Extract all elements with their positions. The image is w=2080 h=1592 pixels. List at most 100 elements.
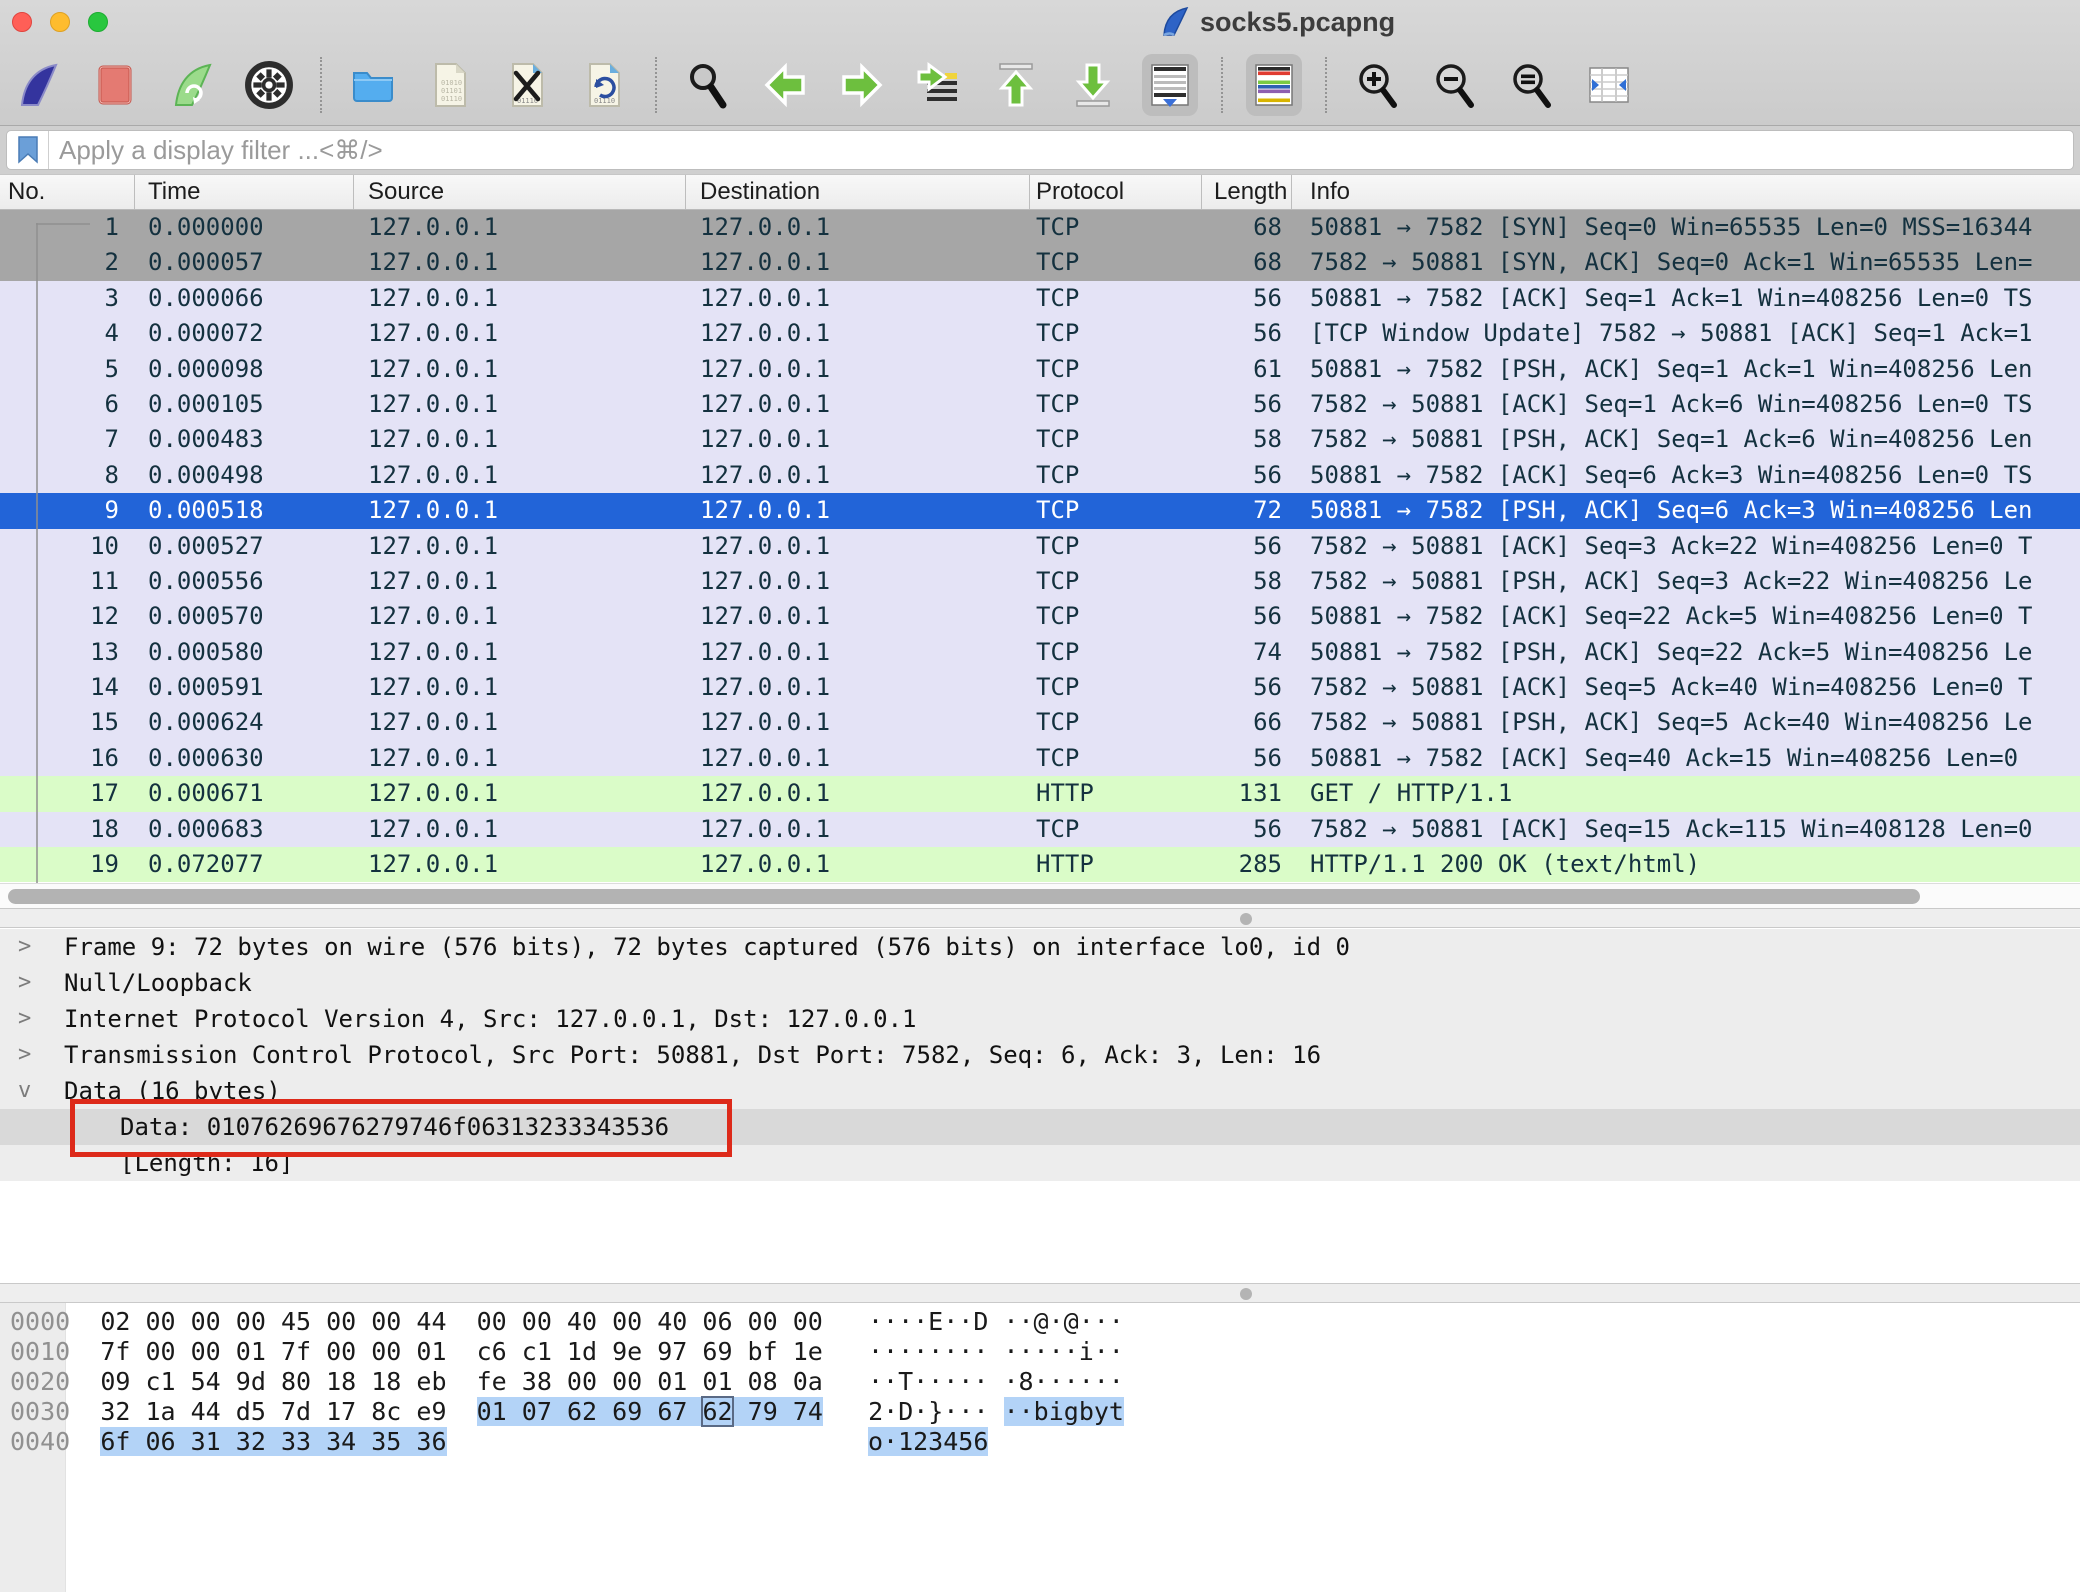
packet-row-7[interactable]: 70.000483127.0.0.1127.0.0.1TCP587582 → 5… [0,422,2080,457]
hex-row-0040[interactable]: 0040 6f 06 31 32 33 34 35 36 o·123456 [0,1427,2080,1457]
go-to-bottom-button[interactable] [1065,54,1121,116]
go-forward-button[interactable] [834,54,890,116]
packet-cell-len: 72 [1202,493,1292,528]
packet-row-13[interactable]: 130.000580127.0.0.1127.0.0.1TCP7450881 →… [0,635,2080,670]
packet-cell-no: 10 [0,529,135,564]
go-to-top-button[interactable] [988,54,1044,116]
reload-file-button[interactable]: 01110 [576,54,632,116]
packet-cell-dst: 127.0.0.1 [686,812,1030,847]
packet-cell-len: 68 [1202,245,1292,280]
packet-cell-no: 13 [0,635,135,670]
display-filter-input[interactable] [49,135,2073,166]
packet-row-4[interactable]: 40.000072127.0.0.1127.0.0.1TCP56[TCP Win… [0,316,2080,351]
column-header-length[interactable]: Length [1202,175,1292,209]
horizontal-scrollbar-thumb[interactable] [8,889,1920,904]
packet-row-17[interactable]: 170.000671127.0.0.1127.0.0.1HTTP131GET /… [0,776,2080,811]
zoom-window-button[interactable] [88,12,108,32]
packet-row-8[interactable]: 80.000498127.0.0.1127.0.0.1TCP5650881 → … [0,458,2080,493]
save-file-button[interactable]: 010100110101110 [422,54,478,116]
packet-row-19[interactable]: 190.072077127.0.0.1127.0.0.1HTTP285HTTP/… [0,847,2080,882]
hex-row-0000[interactable]: 0000 02 00 00 00 45 00 00 44 00 00 40 00… [0,1307,2080,1337]
packet-cell-src: 127.0.0.1 [354,670,686,705]
packet-cell-dst: 127.0.0.1 [686,599,1030,634]
packet-cell-no: 1 [0,210,135,245]
packet-cell-info: 50881 → 7582 [ACK] Seq=22 Ack=5 Win=4082… [1292,599,2080,634]
close-file-button[interactable]: 01110 [499,54,555,116]
minimize-window-button[interactable] [50,12,70,32]
detail-row-3[interactable]: >Transmission Control Protocol, Src Port… [0,1037,2080,1073]
hex-row-0010[interactable]: 0010 7f 00 00 01 7f 00 00 01 c6 c1 1d 9e… [0,1337,2080,1367]
packet-cell-len: 56 [1202,812,1292,847]
find-packet-button[interactable] [680,54,736,116]
packet-row-11[interactable]: 110.000556127.0.0.1127.0.0.1TCP587582 → … [0,564,2080,599]
packet-row-16[interactable]: 160.000630127.0.0.1127.0.0.1TCP5650881 →… [0,741,2080,776]
packet-cell-proto: TCP [1030,245,1202,280]
collapsed-chevron-icon[interactable]: > [18,965,48,1001]
packet-row-6[interactable]: 60.000105127.0.0.1127.0.0.1TCP567582 → 5… [0,387,2080,422]
packet-cell-src: 127.0.0.1 [354,458,686,493]
packet-list-hscrollbar-track[interactable] [0,883,2080,908]
packet-row-12[interactable]: 120.000570127.0.0.1127.0.0.1TCP5650881 →… [0,599,2080,634]
go-back-button[interactable] [757,54,813,116]
capture-restart-button[interactable] [164,54,220,116]
packet-row-5[interactable]: 50.000098127.0.0.1127.0.0.1TCP6150881 → … [0,352,2080,387]
packet-row-9[interactable]: 90.000518127.0.0.1127.0.0.1TCP7250881 → … [0,493,2080,528]
packet-cell-time: 0.000072 [135,316,354,351]
packet-cell-info: 50881 → 7582 [PSH, ACK] Seq=6 Ack=3 Win=… [1292,493,2080,528]
packet-cell-proto: TCP [1030,670,1202,705]
pane-splitter-upper[interactable] [0,908,2080,928]
column-header-no[interactable]: No. [0,175,135,209]
auto-scroll-toggle[interactable] [1142,54,1198,116]
splitter-handle-icon [1240,1288,1252,1300]
packet-cell-len: 56 [1202,670,1292,705]
packet-cell-dst: 127.0.0.1 [686,741,1030,776]
capture-stop-icon [91,61,139,109]
packet-cell-dst: 127.0.0.1 [686,493,1030,528]
packet-row-18[interactable]: 180.000683127.0.0.1127.0.0.1TCP567582 → … [0,812,2080,847]
go-to-packet-button[interactable] [911,54,967,116]
close-window-button[interactable] [12,12,32,32]
expanded-chevron-icon[interactable]: v [18,1073,48,1109]
detail-row-2[interactable]: >Internet Protocol Version 4, Src: 127.0… [0,1001,2080,1037]
collapsed-chevron-icon[interactable]: > [18,929,48,965]
title-bar: socks5.pcapng 010100110101110 01110 0111… [0,0,2080,126]
packet-row-2[interactable]: 20.000057127.0.0.1127.0.0.1TCP687582 → 5… [0,245,2080,280]
packet-cell-time: 0.000683 [135,812,354,847]
column-header-protocol[interactable]: Protocol [1030,175,1202,209]
packet-row-14[interactable]: 140.000591127.0.0.1127.0.0.1TCP567582 → … [0,670,2080,705]
capture-stop-button[interactable] [87,54,143,116]
packet-cell-proto: HTTP [1030,776,1202,811]
packet-row-3[interactable]: 30.000066127.0.0.1127.0.0.1TCP5650881 → … [0,281,2080,316]
packet-row-1[interactable]: 10.000000127.0.0.1127.0.0.1TCP6850881 → … [0,210,2080,245]
column-header-info[interactable]: Info [1292,175,2080,209]
column-header-source[interactable]: Source [354,175,686,209]
conversation-bracket [36,223,90,225]
capture-options-button[interactable] [241,54,297,116]
packet-cell-time: 0.000066 [135,281,354,316]
zoom-out-button[interactable] [1427,54,1483,116]
detail-row-0[interactable]: >Frame 9: 72 bytes on wire (576 bits), 7… [0,929,2080,965]
pane-splitter-lower[interactable] [0,1283,2080,1303]
detail-row-1[interactable]: >Null/Loopback [0,965,2080,1001]
colorize-packets-toggle[interactable] [1246,54,1302,116]
open-file-button[interactable] [345,54,401,116]
packet-cell-src: 127.0.0.1 [354,529,686,564]
display-filter-field[interactable] [6,130,2074,170]
zoom-in-button[interactable] [1350,54,1406,116]
zoom-reset-button[interactable] [1504,54,1560,116]
hex-row-0030[interactable]: 0030 32 1a 44 d5 7d 17 8c e9 01 07 62 69… [0,1397,2080,1427]
resize-columns-button[interactable] [1581,54,1637,116]
collapsed-chevron-icon[interactable]: > [18,1001,48,1037]
column-header-time[interactable]: Time [135,175,354,209]
packet-cell-len: 56 [1202,387,1292,422]
packet-cell-src: 127.0.0.1 [354,812,686,847]
filter-bookmark-icon[interactable] [7,131,49,169]
packet-cell-dst: 127.0.0.1 [686,847,1030,882]
hex-row-0020[interactable]: 0020 09 c1 54 9d 80 18 18 eb fe 38 00 00… [0,1367,2080,1397]
collapsed-chevron-icon[interactable]: > [18,1037,48,1073]
wireshark-capture-button[interactable] [10,54,66,116]
hex-offset: 0030 [10,1397,70,1426]
packet-row-10[interactable]: 100.000527127.0.0.1127.0.0.1TCP567582 → … [0,529,2080,564]
column-header-destination[interactable]: Destination [686,175,1030,209]
packet-row-15[interactable]: 150.000624127.0.0.1127.0.0.1TCP667582 → … [0,705,2080,740]
